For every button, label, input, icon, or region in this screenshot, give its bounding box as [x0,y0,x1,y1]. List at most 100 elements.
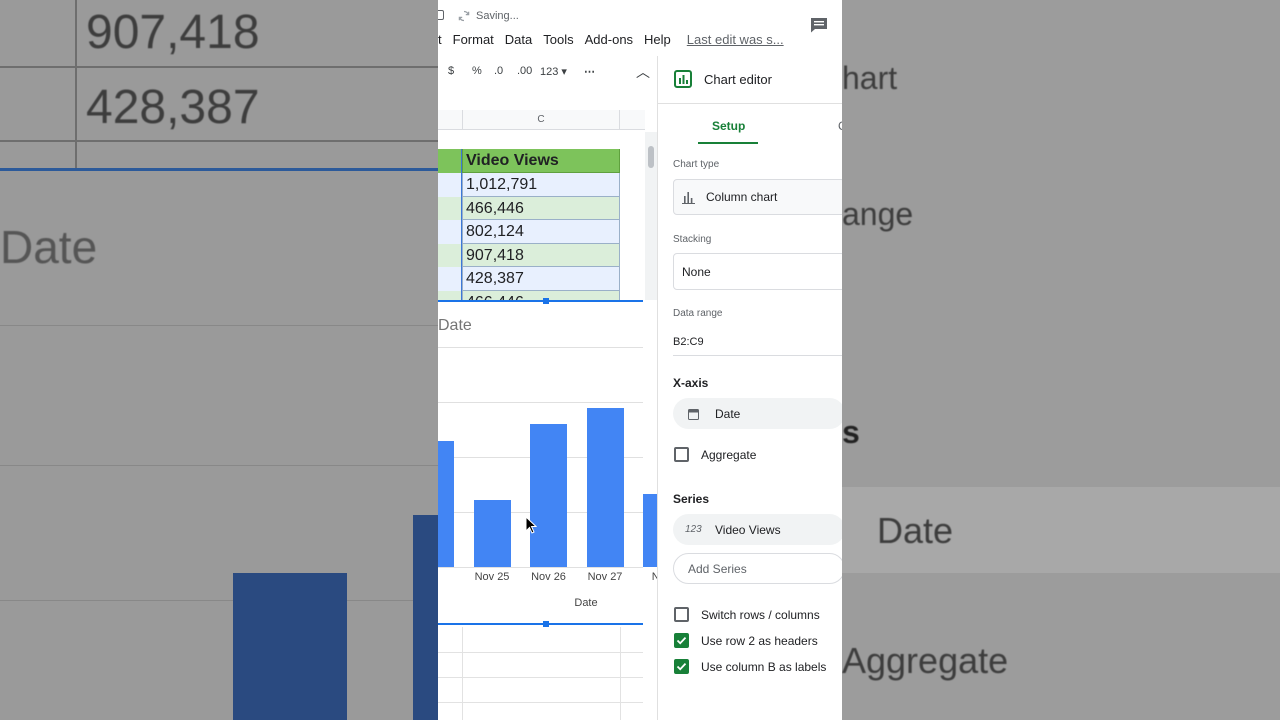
chart-title: Date [438,317,472,334]
mouse-cursor-icon [525,516,537,534]
stacking-value: None [682,265,711,279]
chart-type-label: Chart type [673,159,720,170]
calendar-icon [688,409,699,420]
grid-line [438,652,643,653]
increase-decimal-button[interactable]: .00 [517,65,532,77]
x-axis-title: Date [574,597,598,609]
cell[interactable] [438,291,462,300]
drive-icon[interactable] [438,10,444,20]
tab-customize[interactable]: C [838,119,842,133]
xaxis-value: Date [715,407,741,421]
grid-line [438,702,643,703]
collapse-toolbar-button[interactable]: ︿ [636,62,650,82]
series-chip[interactable]: 123 Video Views [673,514,842,545]
more-formats-button[interactable]: 123 ▾ [540,65,567,78]
cell[interactable]: 466,446 [462,196,620,221]
chart-bar[interactable] [438,440,454,567]
stacking-select[interactable]: None [673,253,842,290]
chart-gridline [438,402,643,403]
chart-gridline [438,567,643,568]
format-toolbar: $ % .0 .00 123 ▾ ⋯ ︿ [438,60,657,86]
add-series-label: Add Series [688,562,747,576]
cell[interactable]: 1,012,791 [462,173,620,197]
use-column-labels-checkbox[interactable] [674,659,689,674]
chart-editor-icon [674,70,692,88]
chart-bar[interactable] [473,499,511,567]
menu-item-data[interactable]: Data [505,32,532,47]
table-row: Video Views [438,149,645,173]
switch-rows-columns-checkbox[interactable] [674,607,689,622]
sheet-scrollbar[interactable] [645,132,657,300]
column-header-row: C [438,110,645,130]
column-chart-icon [682,192,695,204]
tab-setup[interactable]: Setup [712,119,745,133]
number-series-icon: 123 [685,524,702,535]
series-section-title: Series [673,492,710,506]
cell[interactable] [438,243,462,268]
cell[interactable] [438,173,462,197]
column-header-c[interactable]: C [462,110,620,130]
stacking-label: Stacking [673,234,712,245]
checkmark-icon [676,662,687,671]
use-column-labels-label: Use column B as labels [701,660,827,674]
table-row: 1,012,791 [438,173,645,197]
bg-right-text-2: ange [842,196,914,232]
cell[interactable]: 466,446 [462,291,620,300]
chart-gridline [438,347,643,348]
save-status: Saving... [458,10,519,22]
bg-grid-line [75,0,77,170]
cell[interactable] [438,149,462,173]
menu-item-tools[interactable]: Tools [543,32,573,47]
currency-format-button[interactable]: $ [448,65,454,77]
more-options-button[interactable]: ⋯ [584,65,595,78]
percent-format-button[interactable]: % [472,65,482,77]
menu-item-help[interactable]: Help [644,32,671,47]
column-chart[interactable]: Date Date Nov 25Nov 26Nov 27Nov [438,298,680,627]
top-bar: Saving... t Format Data Tools Add-ons He… [438,0,842,56]
menu-item-edit[interactable]: t [438,32,442,47]
use-row-headers-checkbox[interactable] [674,633,689,648]
table-row: 466,446 [438,196,645,221]
grid-line [620,627,621,720]
sheet-grid: Video Views 1,012,791 466,446 802,124 90… [438,130,645,300]
cell[interactable] [438,196,462,221]
x-tick-label: Nov 26 [531,571,566,583]
xaxis-chip[interactable]: Date [673,398,842,429]
decrease-decimal-button[interactable]: .0 [494,65,503,77]
bg-bar [413,515,438,720]
cell[interactable] [438,220,462,244]
bg-value-2: 428,387 [86,81,260,134]
bg-selection-line [0,168,438,171]
chart-bar[interactable] [586,407,624,567]
data-range-label: Data range [673,308,723,319]
menu-item-addons[interactable]: Add-ons [585,32,633,47]
sheet-grid-below [438,627,643,720]
scrollbar-thumb[interactable] [648,146,654,168]
bg-grid-line [0,140,438,142]
data-range-value[interactable]: B2:C9 [673,336,704,348]
tab-setup-indicator [698,142,758,144]
cell[interactable]: 802,124 [462,220,620,244]
comment-icon[interactable] [810,17,828,33]
use-row-headers-label: Use row 2 as headers [701,634,818,648]
sync-icon [458,10,470,22]
cell[interactable]: 907,418 [462,243,620,268]
grid-line [438,677,643,678]
resize-handle[interactable] [543,298,549,304]
table-row: 428,387 [438,267,645,291]
menu-item-format[interactable]: Format [453,32,494,47]
cell[interactable] [438,267,462,291]
chart-type-value: Column chart [706,190,778,204]
chart-bar[interactable] [530,424,567,567]
bg-grid-line [0,600,438,601]
background-right-zoom: hart ange s Date Aggregate [842,0,1280,720]
header-cell-video-views[interactable]: Video Views [462,149,620,173]
grid-line [462,627,463,720]
aggregate-checkbox[interactable] [674,447,689,462]
add-series-button[interactable]: Add Series [673,553,842,584]
menu-bar: t Format Data Tools Add-ons Help Last ed… [438,32,795,47]
last-edit-link[interactable]: Last edit was s... [687,32,784,47]
table-row: 466,446 [438,291,645,300]
cell[interactable]: 428,387 [462,267,620,291]
chart-type-select[interactable]: Column chart [673,179,842,215]
